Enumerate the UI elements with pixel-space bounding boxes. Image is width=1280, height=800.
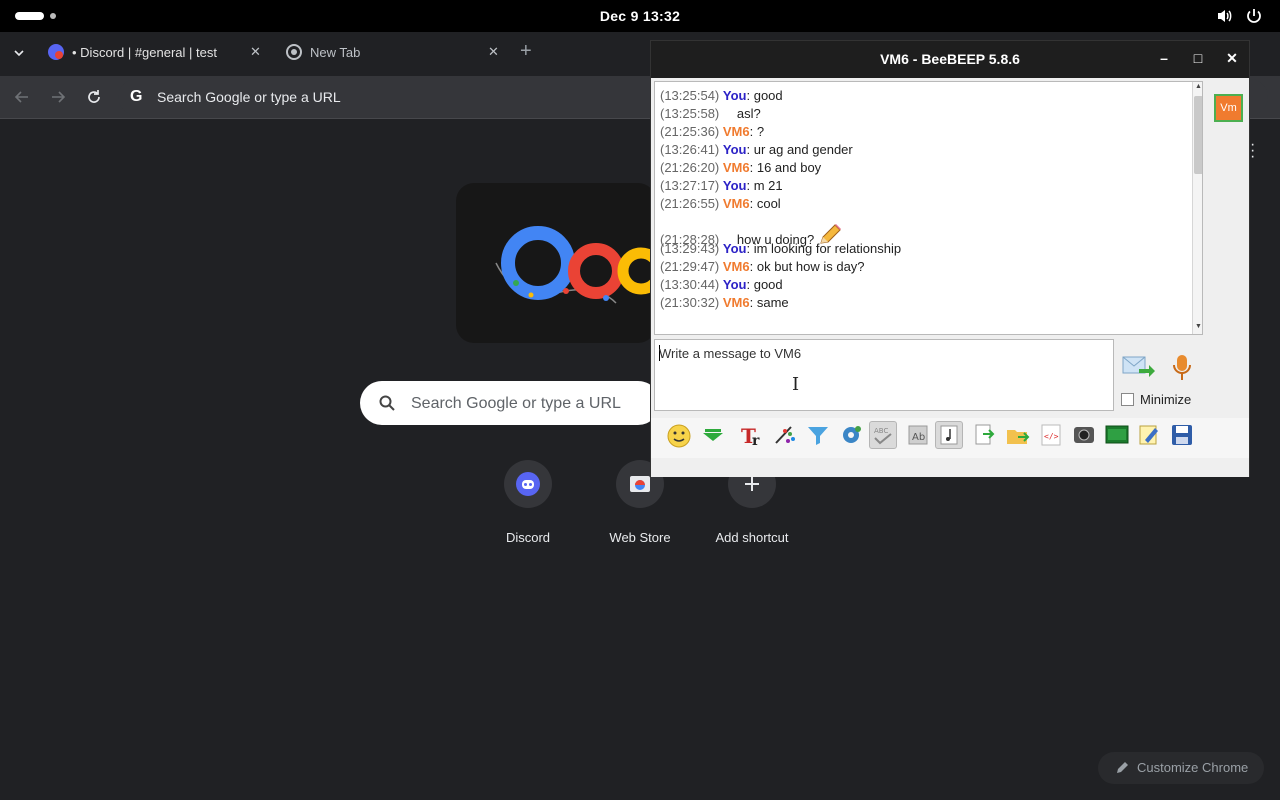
save-disk-icon[interactable] [1168, 421, 1196, 449]
doodle-logo-icon [495, 226, 656, 304]
search-icon [379, 395, 395, 411]
message-input[interactable]: Write a message to VM6 I [654, 339, 1114, 411]
system-top-bar: Dec 9 13:32 [0, 0, 1280, 32]
svg-text:</>: </> [1044, 432, 1059, 441]
customize-label: Customize Chrome [1137, 760, 1249, 775]
scrollbar-thumb[interactable] [1194, 96, 1202, 174]
tab-new-tab[interactable]: New Tab ✕ [276, 37, 510, 72]
search-placeholder: Search Google or type a URL [411, 395, 621, 412]
discord-icon [504, 460, 552, 508]
beebeep-window[interactable]: VM6 - BeeBEEP 5.8.6 – □ ✕ (13:25:54) You… [650, 40, 1250, 477]
sound-notification-icon[interactable] [935, 421, 963, 449]
screenshot-camera-icon[interactable] [1070, 421, 1098, 449]
font-color-icon[interactable] [771, 421, 799, 449]
close-icon[interactable]: ✕ [488, 44, 499, 60]
minimize-label: Minimize [1140, 392, 1192, 407]
chat-message: (13:25:58) asl? [660, 106, 761, 121]
user-avatar[interactable]: Vm [1214, 94, 1243, 122]
ntp-search-box[interactable]: Search Google or type a URL [360, 381, 660, 425]
chat-message: (21:25:36) VM6: ? [660, 124, 765, 139]
page-menu-icon[interactable]: · · · [1250, 137, 1255, 165]
ibeam-cursor-icon: I [792, 374, 800, 395]
google-doodle[interactable] [456, 183, 656, 343]
shortcut-label: Add shortcut [715, 530, 789, 545]
chrome-favicon [286, 44, 302, 60]
chat-toolbar: Tr ABC Ab </> [651, 418, 1249, 458]
word-completer-icon[interactable]: Ab [904, 421, 932, 449]
html-code-icon[interactable]: </> [1037, 421, 1065, 449]
chat-message: (13:29:43) You: im looking for relations… [660, 241, 902, 256]
reload-icon[interactable] [84, 87, 104, 107]
close-window-icon[interactable]: ✕ [1222, 50, 1242, 70]
tab-title: • Discord | #general | test [72, 45, 217, 60]
chat-message: (21:26:55) VM6: cool [660, 196, 781, 211]
window-titlebar[interactable]: VM6 - BeeBEEP 5.8.6 – □ ✕ [651, 41, 1249, 78]
svg-text:ABC: ABC [874, 427, 888, 435]
tab-title: New Tab [310, 45, 361, 60]
status-bar [651, 459, 1249, 477]
forward-arrow-icon[interactable] [48, 87, 68, 107]
chat-message: (21:30:32) VM6: same [660, 295, 789, 310]
tab-discord[interactable]: • Discord | #general | test ✕ [38, 37, 270, 72]
svg-text:r: r [752, 433, 760, 449]
address-bar-placeholder: Search Google or type a URL [157, 89, 341, 105]
minimize-window-icon[interactable]: – [1154, 50, 1174, 70]
customize-chrome-button[interactable]: Customize Chrome [1098, 752, 1264, 784]
scroll-up-icon[interactable]: ▲ [1194, 83, 1202, 90]
buzz-icon[interactable] [699, 421, 727, 449]
chevron-down-icon[interactable] [8, 44, 30, 62]
send-file-icon[interactable] [971, 421, 999, 449]
pencil-icon [1117, 762, 1128, 773]
maximize-window-icon[interactable]: □ [1188, 50, 1208, 70]
svg-text:Ab: Ab [912, 432, 925, 443]
shortcut-label: Web Store [609, 530, 671, 545]
google-g-icon: G [130, 88, 143, 105]
system-clock[interactable]: Dec 9 13:32 [0, 8, 1280, 24]
checkbox[interactable] [1121, 393, 1134, 406]
microphone-icon[interactable] [1171, 353, 1193, 383]
emoticon-smile-icon[interactable] [665, 421, 693, 449]
discord-favicon [48, 44, 64, 60]
close-icon[interactable]: ✕ [250, 44, 261, 60]
send-message-icon[interactable] [1121, 353, 1155, 381]
font-icon[interactable]: Tr [738, 421, 766, 449]
shortcut-discord[interactable]: Discord [472, 460, 584, 545]
new-tab-plus-icon[interactable]: + [520, 40, 532, 63]
power-icon[interactable] [1245, 7, 1263, 25]
filter-icon[interactable] [804, 421, 832, 449]
chat-message: (13:30:44) You: good [660, 277, 783, 292]
screen-share-icon[interactable] [1103, 421, 1131, 449]
minimize-checkbox[interactable]: Minimize [1121, 392, 1191, 407]
chat-message: (21:26:20) VM6: 16 and boy [660, 160, 822, 175]
chat-message: (13:26:41) You: ur ag and gender [660, 142, 853, 157]
save-chat-icon[interactable] [1135, 421, 1163, 449]
chat-message: (13:27:17) You: m 21 [660, 178, 783, 193]
settings-gear-icon[interactable] [837, 421, 865, 449]
send-folder-icon[interactable] [1004, 421, 1032, 449]
volume-icon[interactable] [1216, 7, 1234, 25]
user-panel [1207, 81, 1249, 416]
back-arrow-icon[interactable] [12, 87, 32, 107]
spell-check-icon[interactable]: ABC [869, 421, 897, 449]
message-input-placeholder: Write a message to VM6 [659, 346, 802, 361]
shortcut-label: Discord [505, 530, 551, 545]
chat-scrollbar[interactable]: ▲ ▼ [1192, 82, 1202, 334]
scroll-down-icon[interactable]: ▼ [1194, 323, 1202, 330]
chat-message: (21:29:47) VM6: ok but how is day? [660, 259, 865, 274]
chat-history[interactable]: (13:25:54) You: good (13:25:58) asl? (21… [654, 81, 1203, 335]
chat-message: (13:25:54) You: good [660, 88, 783, 103]
